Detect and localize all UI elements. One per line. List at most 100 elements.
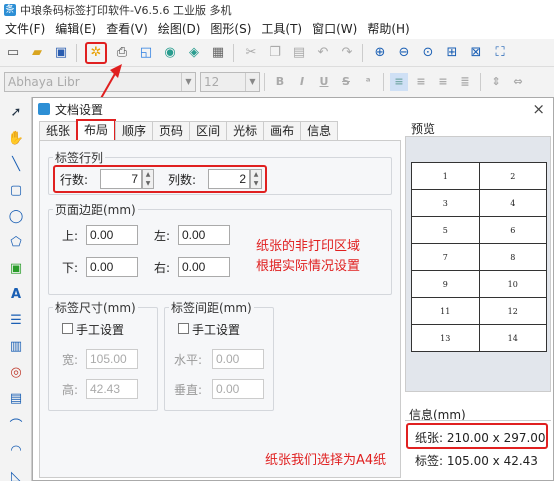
preview-label-grid: 1 2 3 4 5 6 7 8 9 10 11 12 13 14	[411, 162, 547, 352]
open-folder-icon[interactable]: ▰	[28, 44, 46, 62]
preview-row: 9 10	[411, 270, 547, 298]
align-right-icon[interactable]: ≡	[434, 73, 452, 91]
line-tool-icon[interactable]: ╲	[5, 153, 27, 175]
select-pointer-icon[interactable]: ➚	[5, 101, 27, 123]
preview-label-cell: 6	[478, 216, 547, 244]
margin-left-input[interactable]: 0.00	[178, 225, 230, 245]
margin-top-label: 上:	[62, 229, 79, 243]
align-left-icon[interactable]: ≡	[390, 73, 408, 91]
layout-tab-panel: 标签行列 行数: 7 ▲ ▼ 列数: 2 ▲ ▼ 页面边距(mm) 上: 0.00 …	[39, 140, 401, 478]
window-titlebar: 条 中琅条码标签打印软件-V6.5.6 工业版 多机	[0, 0, 554, 19]
new-file-icon[interactable]: ▭	[4, 44, 22, 62]
preview-label-cell: 14	[478, 324, 547, 352]
spacing-horizontal-input[interactable]: 0.00	[212, 349, 264, 369]
grid-icon[interactable]: ▦	[209, 44, 227, 62]
barcode-tool-icon[interactable]: ▥	[5, 335, 27, 357]
char-spacing-icon[interactable]: ⇔	[509, 73, 527, 91]
fullscreen-icon[interactable]: ⛶	[491, 44, 509, 62]
curve-tool-icon[interactable]: ⌒	[5, 413, 27, 435]
format-toolbar: Abhaya Libr ▼ 12 ▼ B I U S ᵃ ≡ ≡ ≡ ≣ ⇕ ⇔	[0, 67, 554, 97]
font-size-select[interactable]: 12 ▼	[200, 72, 260, 92]
pan-icon[interactable]: ✋	[5, 127, 27, 149]
tab-range[interactable]: 区间	[189, 121, 228, 141]
redo-icon[interactable]: ↷	[338, 44, 356, 62]
preview-row: 12	[411, 162, 547, 190]
menu-view[interactable]: 查看(V)	[101, 19, 153, 39]
menu-file[interactable]: 文件(F)	[0, 19, 50, 39]
label-spacing-manual-checkbox[interactable]	[178, 323, 189, 334]
copy-icon[interactable]: ❐	[266, 44, 284, 62]
tab-cursor[interactable]: 光标	[226, 121, 265, 141]
menu-tools[interactable]: 工具(T)	[256, 19, 307, 39]
align-center-icon[interactable]: ≡	[412, 73, 430, 91]
preview-label-cell: 8	[478, 243, 547, 271]
underline-icon[interactable]: U	[315, 73, 333, 91]
superscript-icon[interactable]: ᵃ	[359, 73, 377, 91]
zoom-out-icon[interactable]: ⊖	[395, 44, 413, 62]
tab-page-number[interactable]: 页码	[152, 121, 191, 141]
preview-label-cell: 5	[411, 216, 480, 244]
spacing-vertical-input[interactable]: 0.00	[212, 379, 264, 399]
italic-icon[interactable]: I	[293, 73, 311, 91]
label-size-manual-checkbox[interactable]	[62, 323, 73, 334]
table-tool-icon[interactable]: ▤	[5, 387, 27, 409]
shape-tool-icon[interactable]: ◺	[5, 465, 27, 481]
margin-annotation-line2: 根据实际情况设置	[256, 259, 361, 274]
preview-label-cell: 2	[478, 162, 547, 190]
font-name-value: Abhaya Libr	[8, 75, 80, 89]
tab-canvas[interactable]: 画布	[263, 121, 302, 141]
cols-input[interactable]: 2	[208, 169, 250, 189]
arc-tool-icon[interactable]: ◠	[5, 439, 27, 461]
tab-order[interactable]: 顺序	[115, 121, 154, 141]
line-spacing-icon[interactable]: ⇕	[487, 73, 505, 91]
data-source-icon[interactable]: ◈	[185, 44, 203, 62]
preview-label-cell: 10	[478, 270, 547, 298]
rows-stepper[interactable]: ▲ ▼	[142, 169, 154, 189]
margin-right-input[interactable]: 0.00	[178, 257, 230, 277]
menu-draw[interactable]: 绘图(D)	[153, 19, 206, 39]
tab-info[interactable]: 信息	[300, 121, 339, 141]
paste-icon[interactable]: ▤	[290, 44, 308, 62]
menu-help[interactable]: 帮助(H)	[362, 19, 414, 39]
menu-window[interactable]: 窗口(W)	[307, 19, 362, 39]
label-size-legend: 标签尺寸(mm)	[55, 301, 136, 315]
justify-icon[interactable]: ≣	[456, 73, 474, 91]
label-height-label: 高:	[62, 383, 79, 397]
polygon-tool-icon[interactable]: ⬠	[5, 231, 27, 253]
text-tool-icon[interactable]: A	[5, 283, 27, 305]
close-icon[interactable]: ×	[532, 100, 545, 118]
cols-stepper[interactable]: ▲ ▼	[250, 169, 262, 189]
cut-icon[interactable]: ✂	[242, 44, 260, 62]
qrcode-tool-icon[interactable]: ◎	[5, 361, 27, 383]
print-preview-icon[interactable]: ◱	[137, 44, 155, 62]
image-tool-icon[interactable]: ▣	[5, 257, 27, 279]
strikethrough-icon[interactable]: S	[337, 73, 355, 91]
zoom-fit-icon[interactable]: ⊞	[443, 44, 461, 62]
margin-bottom-input[interactable]: 0.00	[86, 257, 138, 277]
preview-row: 78	[411, 243, 547, 271]
save-icon[interactable]: ▣	[52, 44, 70, 62]
undo-icon[interactable]: ↶	[314, 44, 332, 62]
info-paper-size: 纸张: 210.00 x 297.00	[415, 431, 546, 445]
margin-annotation-line1: 纸张的非打印区域	[256, 239, 361, 254]
document-settings-dialog: 文档设置 × 纸张 布局 顺序 页码 区间 光标 画布 信息 标签行列 行数: …	[32, 97, 554, 481]
paper-annotation: 纸张我们选择为A4纸	[265, 453, 387, 468]
bold-icon[interactable]: B	[271, 73, 289, 91]
tab-paper[interactable]: 纸张	[39, 121, 78, 141]
tab-layout[interactable]: 布局	[76, 119, 117, 141]
dialog-app-icon	[38, 103, 50, 115]
menu-shape[interactable]: 图形(S)	[205, 19, 256, 39]
rows-input[interactable]: 7	[100, 169, 142, 189]
zoom-page-icon[interactable]: ⊠	[467, 44, 485, 62]
rectangle-tool-icon[interactable]: ▢	[5, 179, 27, 201]
preview-label-cell: 7	[411, 243, 480, 271]
zoom-in-icon[interactable]: ⊕	[371, 44, 389, 62]
label-height-input[interactable]: 42.43	[86, 379, 138, 399]
database-icon[interactable]: ◉	[161, 44, 179, 62]
zoom-actual-icon[interactable]: ⊙	[419, 44, 437, 62]
menu-edit[interactable]: 编辑(E)	[50, 19, 101, 39]
multiline-text-tool-icon[interactable]: ☰	[5, 309, 27, 331]
margin-top-input[interactable]: 0.00	[86, 225, 138, 245]
ellipse-tool-icon[interactable]: ◯	[5, 205, 27, 227]
label-width-input[interactable]: 105.00	[86, 349, 138, 369]
